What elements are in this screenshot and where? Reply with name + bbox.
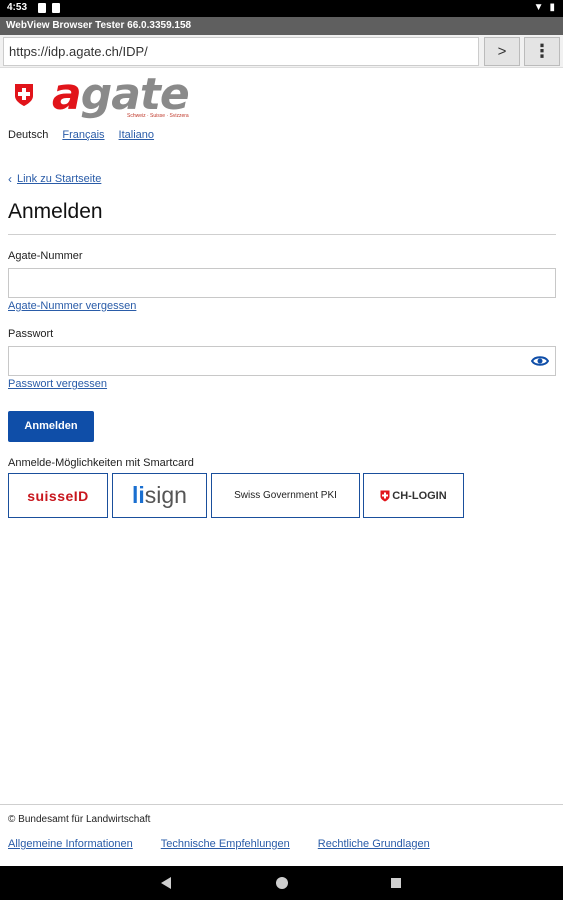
smartcard-heading: Anmelde-Möglichkeiten mit Smartcard [8, 457, 194, 469]
status-bar: 4:53 ▼ ▮ [0, 0, 563, 17]
language-current: Deutsch [8, 129, 49, 141]
language-switcher: Deutsch Français Italiano [8, 129, 154, 141]
navigation-bar [0, 866, 563, 900]
language-link-it[interactable]: Italiano [119, 129, 154, 141]
lisign-logo: lisign [132, 482, 187, 509]
overflow-menu-button[interactable]: ⋮ [524, 37, 560, 66]
swiss-government-pki-login-button[interactable]: Swiss Government PKI [211, 473, 360, 518]
url-bar: https://idp.agate.ch/IDP/ > ⋮ [0, 35, 563, 68]
suisseid-login-button[interactable]: suisseID [8, 473, 108, 518]
ch-login-logo: CH-LOGIN [380, 489, 447, 502]
go-button[interactable]: > [484, 37, 520, 66]
suisseid-logo: suisseID [27, 487, 89, 504]
footer-link-general-info[interactable]: Allgemeine Informationen [8, 838, 133, 850]
password-label: Passwort [8, 328, 54, 340]
lisign-login-button[interactable]: lisign [112, 473, 207, 518]
home-link-label: Link zu Startseite [17, 173, 102, 185]
ch-login-button[interactable]: CH-LOGIN [363, 473, 464, 518]
agate-number-label: Agate-Nummer [8, 250, 83, 262]
password-input[interactable] [8, 346, 556, 376]
agate-logo[interactable]: agate Schweiz · Suisse · Svizzera [12, 69, 212, 125]
system-icons: ▼ ▮ [534, 2, 555, 13]
status-time: 4:53 [7, 2, 28, 13]
swiss-cross-icon [15, 84, 33, 106]
nav-back-icon[interactable] [161, 877, 171, 889]
ch-login-label: CH-LOGIN [392, 489, 447, 502]
battery-icon: ▮ [549, 2, 555, 13]
agate-tagline: Schweiz · Suisse · Svizzera [127, 113, 189, 119]
copyright-text: © Bundesamt für Landwirtschaft [8, 814, 151, 825]
sd-card-icon [52, 3, 60, 13]
footer-divider [0, 804, 563, 805]
password-forgot-link[interactable]: Passwort vergessen [8, 378, 107, 390]
agate-number-forgot-link[interactable]: Agate-Nummer vergessen [8, 300, 136, 312]
title-divider [8, 234, 556, 235]
chevron-left-icon: ‹ [8, 172, 12, 186]
notification-icons [38, 3, 60, 13]
page-title: Anmelden [8, 200, 103, 223]
footer-links: Allgemeine Informationen Technische Empf… [8, 838, 430, 850]
lisign-logo-prefix: li [132, 482, 145, 508]
wifi-icon: ▼ [533, 2, 544, 13]
swiss-cross-icon [380, 490, 390, 501]
footer-link-legal-basis[interactable]: Rechtliche Grundlagen [318, 838, 430, 850]
agate-number-input[interactable] [8, 268, 556, 298]
nav-recent-apps-icon[interactable] [391, 878, 401, 888]
language-link-fr[interactable]: Français [62, 129, 104, 141]
pki-label: Swiss Government PKI [234, 490, 337, 501]
login-button[interactable]: Anmelden [8, 411, 94, 442]
nav-home-icon[interactable] [276, 877, 288, 889]
url-input[interactable]: https://idp.agate.ch/IDP/ [3, 37, 479, 66]
home-link[interactable]: ‹ Link zu Startseite [8, 172, 101, 186]
lisign-logo-rest: sign [144, 482, 187, 508]
footer-link-technical-recommendations[interactable]: Technische Empfehlungen [161, 838, 290, 850]
agate-wordmark-prefix: a [52, 69, 82, 120]
app-title-bar: WebView Browser Tester 66.0.3359.158 [0, 17, 563, 35]
notification-icon [38, 3, 46, 13]
show-password-eye-icon[interactable] [531, 353, 549, 369]
